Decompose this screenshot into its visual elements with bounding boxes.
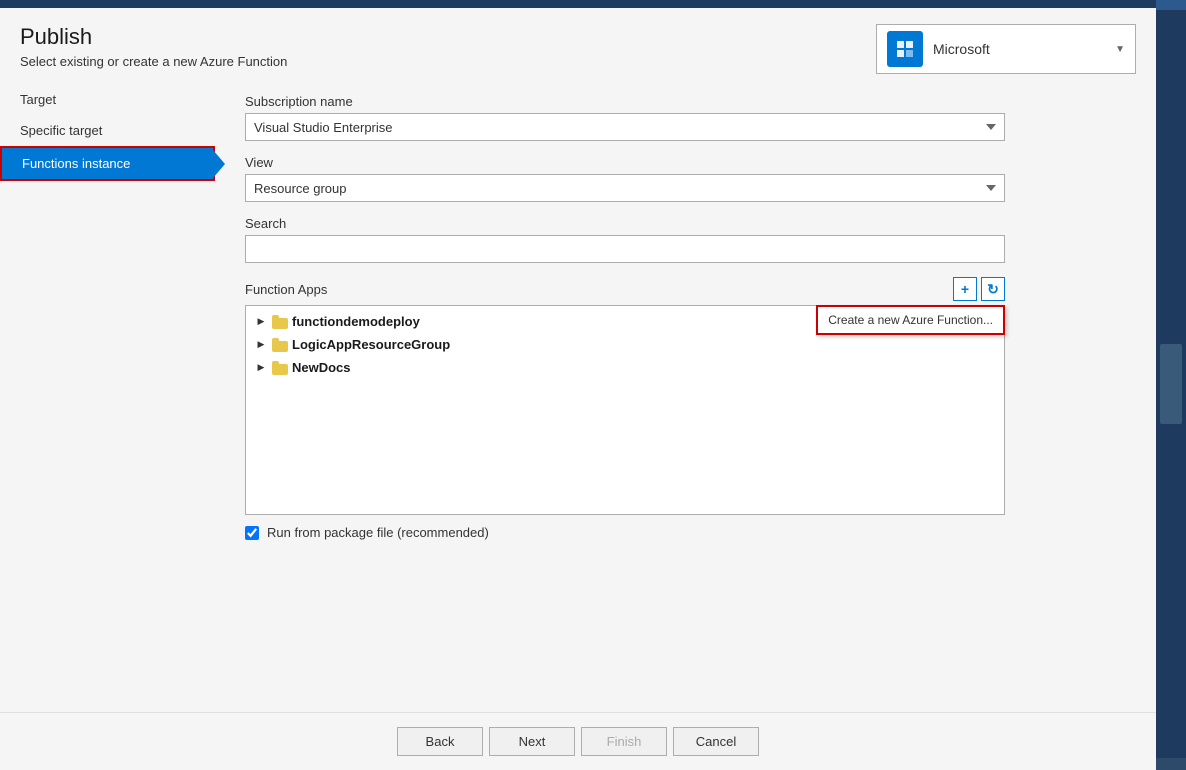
tree-item-label-1: LogicAppResourceGroup: [292, 337, 450, 352]
chevron-down-icon: ▼: [1115, 44, 1125, 55]
sidebar-item-functions-instance[interactable]: Functions instance: [0, 146, 215, 181]
tree-item-label-2: NewDocs: [292, 360, 351, 375]
nav-item-wrapper-functions: Functions instance: [0, 146, 215, 181]
add-function-button[interactable]: +: [953, 277, 977, 301]
sidebar-top-bar: [1156, 0, 1186, 10]
plus-icon: +: [961, 281, 969, 297]
search-group: Search: [245, 216, 1136, 263]
top-bar: [0, 0, 1156, 8]
sidebar-item-label-functions: Functions instance: [22, 156, 130, 171]
sidebar-item-label-target: Target: [20, 92, 56, 107]
folder-icon-0: [272, 315, 288, 329]
subscription-select[interactable]: Visual Studio Enterprise: [245, 113, 1005, 141]
expand-icon-2: ▶: [254, 361, 268, 375]
scrollbar-thumb[interactable]: [1160, 344, 1182, 424]
title-section: Publish Select existing or create a new …: [20, 24, 876, 69]
dialog-footer: Back Next Finish Cancel: [0, 712, 1156, 770]
page-title: Publish: [20, 24, 876, 50]
sidebar-item-label-specific: Specific target: [20, 123, 102, 138]
function-apps-section: Function Apps + ↻ Create a new Azure Fun…: [245, 277, 1005, 515]
account-icon: [887, 31, 923, 67]
checkbox-row: Run from package file (recommended): [245, 525, 1005, 540]
folder-icon-2: [272, 361, 288, 375]
nav-panel: Target Specific target Functions instanc…: [0, 84, 215, 712]
subscription-group: Subscription name Visual Studio Enterpri…: [245, 94, 1136, 141]
dialog-body: Target Specific target Functions instanc…: [0, 84, 1156, 712]
form-panel: Subscription name Visual Studio Enterpri…: [215, 84, 1156, 712]
tree-item-label-0: functiondemodeploy: [292, 314, 420, 329]
package-file-checkbox[interactable]: [245, 526, 259, 540]
account-selector[interactable]: Microsoft ▼: [876, 24, 1136, 74]
cancel-button[interactable]: Cancel: [673, 727, 759, 756]
expand-icon-1: ▶: [254, 338, 268, 352]
checkbox-label: Run from package file (recommended): [267, 525, 489, 540]
search-input[interactable]: [245, 235, 1005, 263]
refresh-icon: ↻: [987, 281, 999, 298]
sidebar-bottom: [1156, 758, 1186, 770]
function-apps-actions: + ↻ Create a new Azure Function...: [953, 277, 1005, 301]
back-button[interactable]: Back: [397, 727, 483, 756]
page-subtitle: Select existing or create a new Azure Fu…: [20, 54, 876, 69]
search-label: Search: [245, 216, 1136, 231]
create-tooltip: Create a new Azure Function...: [816, 305, 1005, 335]
view-label: View: [245, 155, 1136, 170]
sidebar-item-specific-target[interactable]: Specific target: [0, 115, 215, 146]
finish-button[interactable]: Finish: [581, 727, 667, 756]
next-button[interactable]: Next: [489, 727, 575, 756]
subscription-label: Subscription name: [245, 94, 1136, 109]
expand-icon-0: ▶: [254, 315, 268, 329]
function-apps-header: Function Apps + ↻ Create a new Azure Fun…: [245, 277, 1005, 301]
view-select[interactable]: Resource group: [245, 174, 1005, 202]
folder-icon-1: [272, 338, 288, 352]
account-name: Microsoft: [933, 41, 1105, 57]
sidebar-item-target[interactable]: Target: [0, 84, 215, 115]
function-apps-list: ▶ functiondemodeploy ▶ LogicAppResourceG…: [245, 305, 1005, 515]
view-group: View Resource group: [245, 155, 1136, 202]
list-item[interactable]: ▶ LogicAppResourceGroup: [246, 333, 1004, 356]
list-item[interactable]: ▶ NewDocs: [246, 356, 1004, 379]
dialog-header: Publish Select existing or create a new …: [0, 8, 1156, 84]
refresh-button[interactable]: ↻: [981, 277, 1005, 301]
function-apps-label: Function Apps: [245, 282, 327, 297]
right-sidebar: [1156, 0, 1186, 770]
